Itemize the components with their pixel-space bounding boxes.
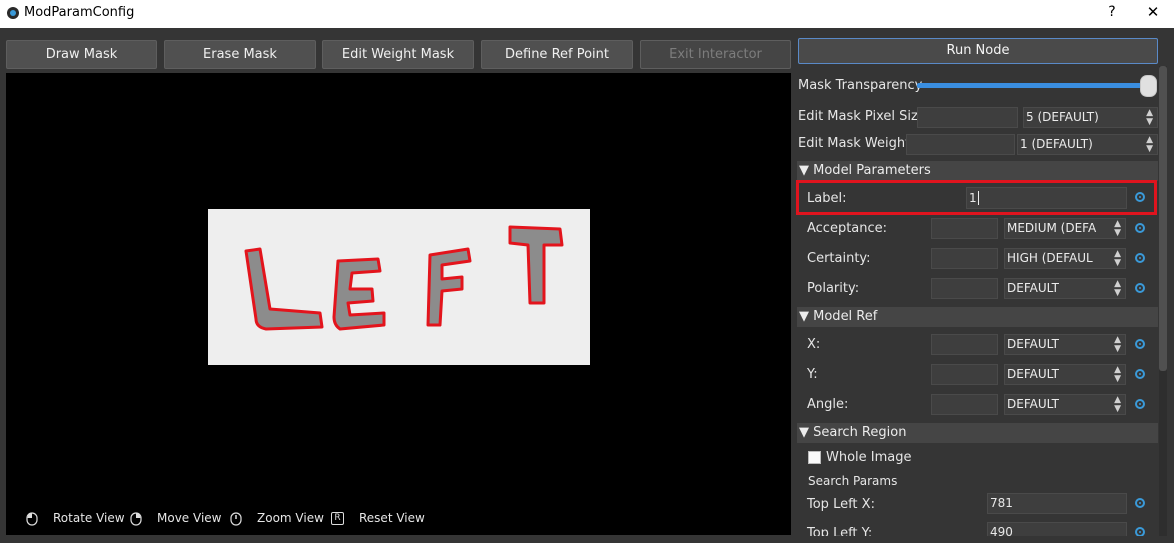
polarity-value: DEFAULT xyxy=(1007,281,1059,295)
acceptance-input[interactable] xyxy=(931,218,998,239)
ref-angle-select[interactable]: DEFAULT ▲ ▼ xyxy=(1004,394,1126,415)
top-left-x-link-icon[interactable] xyxy=(1135,498,1145,508)
label-highlight-box xyxy=(796,180,1157,215)
whole-image-checkbox[interactable] xyxy=(808,451,821,464)
top-left-x-value: 781 xyxy=(990,496,1013,510)
pixel-size-value: 5 (DEFAULT) xyxy=(1026,110,1099,124)
search-params-heading: Search Params xyxy=(808,474,898,488)
ref-y-link-icon[interactable] xyxy=(1135,369,1145,379)
ref-x-value: DEFAULT xyxy=(1007,337,1059,351)
draw-mask-button[interactable]: Draw Mask xyxy=(6,40,157,69)
left-text-image xyxy=(208,209,590,365)
zoom-view-hint: Zoom View xyxy=(257,511,324,525)
exit-interactor-button[interactable]: Exit Interactor xyxy=(640,40,791,69)
top-left-y-label: Top Left Y: xyxy=(807,526,873,536)
mask-weight-label: Edit Mask Weight xyxy=(798,136,911,151)
move-view-hint: Move View xyxy=(157,511,222,525)
panel-scroll-thumb[interactable] xyxy=(1159,66,1167,371)
certainty-value: HIGH (DEFAUL xyxy=(1007,251,1093,265)
ref-angle-link-icon[interactable] xyxy=(1135,399,1145,409)
window-title: ModParamConfig xyxy=(24,5,135,20)
mouse-right-icon xyxy=(130,512,142,526)
app-logo-icon xyxy=(7,7,19,19)
whole-image-label: Whole Image xyxy=(826,450,912,465)
ref-x-link-icon[interactable] xyxy=(1135,339,1145,349)
ref-y-value: DEFAULT xyxy=(1007,367,1059,381)
ref-x-label: X: xyxy=(807,337,821,352)
acceptance-select[interactable]: MEDIUM (DEFA ▲ ▼ xyxy=(1004,218,1126,239)
define-ref-point-button[interactable]: Define Ref Point xyxy=(481,40,633,69)
pixel-size-input[interactable] xyxy=(917,107,1018,128)
model-ref-section[interactable]: ▼ Model Ref xyxy=(797,307,1158,327)
mask-weight-select[interactable]: 1 (DEFAULT) ▲ ▼ xyxy=(1017,134,1158,155)
search-region-section[interactable]: ▼ Search Region xyxy=(797,423,1158,443)
ref-angle-label: Angle: xyxy=(807,397,849,412)
spin-arrows-icon: ▲ ▼ xyxy=(1114,335,1121,354)
spin-arrows-icon: ▲ ▼ xyxy=(1114,219,1121,238)
top-left-x-input[interactable]: 781 xyxy=(987,493,1127,514)
top-left-y-link-icon[interactable] xyxy=(1135,527,1145,536)
top-left-y-row-clip: Top Left Y: 490 xyxy=(797,522,1157,536)
mask-transparency-slider[interactable] xyxy=(917,83,1147,88)
mouse-left-icon xyxy=(26,512,38,526)
certainty-link-icon[interactable] xyxy=(1135,253,1145,263)
collapse-triangle-icon: ▼ xyxy=(799,309,809,324)
top-left-y-input[interactable]: 490 xyxy=(987,522,1127,536)
spin-arrows-icon: ▲ ▼ xyxy=(1114,365,1121,384)
model-image xyxy=(208,209,590,365)
acceptance-link-icon[interactable] xyxy=(1135,223,1145,233)
reset-view-hint: Reset View xyxy=(359,511,425,525)
close-button[interactable]: ✕ xyxy=(1142,3,1164,23)
spin-arrows-icon: ▲ ▼ xyxy=(1146,108,1153,127)
mask-transparency-handle[interactable] xyxy=(1140,75,1157,97)
top-left-x-label: Top Left X: xyxy=(807,497,875,512)
spin-arrows-icon: ▲ ▼ xyxy=(1146,135,1153,154)
polarity-select[interactable]: DEFAULT ▲ ▼ xyxy=(1004,278,1126,299)
model-parameters-title: Model Parameters xyxy=(813,163,931,178)
model-ref-title: Model Ref xyxy=(813,309,878,324)
image-viewport[interactable] xyxy=(6,73,791,535)
ref-x-select[interactable]: DEFAULT ▲ ▼ xyxy=(1004,334,1126,355)
polarity-label: Polarity: xyxy=(807,281,860,296)
acceptance-value: MEDIUM (DEFA xyxy=(1007,221,1097,235)
ref-y-label: Y: xyxy=(807,367,818,382)
acceptance-label: Acceptance: xyxy=(807,221,888,236)
mask-transparency-label: Mask Transparency xyxy=(798,78,923,93)
model-parameters-section[interactable]: ▼ Model Parameters xyxy=(797,161,1158,181)
collapse-triangle-icon: ▼ xyxy=(799,163,809,178)
spin-arrows-icon: ▲ ▼ xyxy=(1114,249,1121,268)
polarity-input[interactable] xyxy=(931,278,998,299)
ref-y-select[interactable]: DEFAULT ▲ ▼ xyxy=(1004,364,1126,385)
certainty-select[interactable]: HIGH (DEFAUL ▲ ▼ xyxy=(1004,248,1126,269)
certainty-label: Certainty: xyxy=(807,251,871,266)
erase-mask-button[interactable]: Erase Mask xyxy=(164,40,316,69)
ref-angle-input[interactable] xyxy=(931,394,998,415)
pixel-size-select[interactable]: 5 (DEFAULT) ▲ ▼ xyxy=(1023,107,1158,128)
mask-weight-value: 1 (DEFAULT) xyxy=(1020,137,1093,151)
top-left-y-value: 490 xyxy=(990,525,1013,536)
rotate-view-hint: Rotate View xyxy=(53,511,125,525)
ref-angle-value: DEFAULT xyxy=(1007,397,1059,411)
mask-weight-input[interactable] xyxy=(906,134,1015,155)
search-region-title: Search Region xyxy=(813,425,907,440)
spin-arrows-icon: ▲ ▼ xyxy=(1114,279,1121,298)
polarity-link-icon[interactable] xyxy=(1135,283,1145,293)
title-bar: ModParamConfig ? ✕ xyxy=(0,0,1174,28)
ref-y-input[interactable] xyxy=(931,364,998,385)
r-key-icon: R xyxy=(331,512,344,525)
ref-x-input[interactable] xyxy=(931,334,998,355)
mouse-wheel-icon xyxy=(230,512,242,526)
run-node-button[interactable]: Run Node xyxy=(798,38,1158,64)
spin-arrows-icon: ▲ ▼ xyxy=(1114,395,1121,414)
pixel-size-label: Edit Mask Pixel Size xyxy=(798,109,926,124)
certainty-input[interactable] xyxy=(931,248,998,269)
edit-weight-mask-button[interactable]: Edit Weight Mask xyxy=(322,40,474,69)
collapse-triangle-icon: ▼ xyxy=(799,425,809,440)
help-button[interactable]: ? xyxy=(1102,4,1122,22)
